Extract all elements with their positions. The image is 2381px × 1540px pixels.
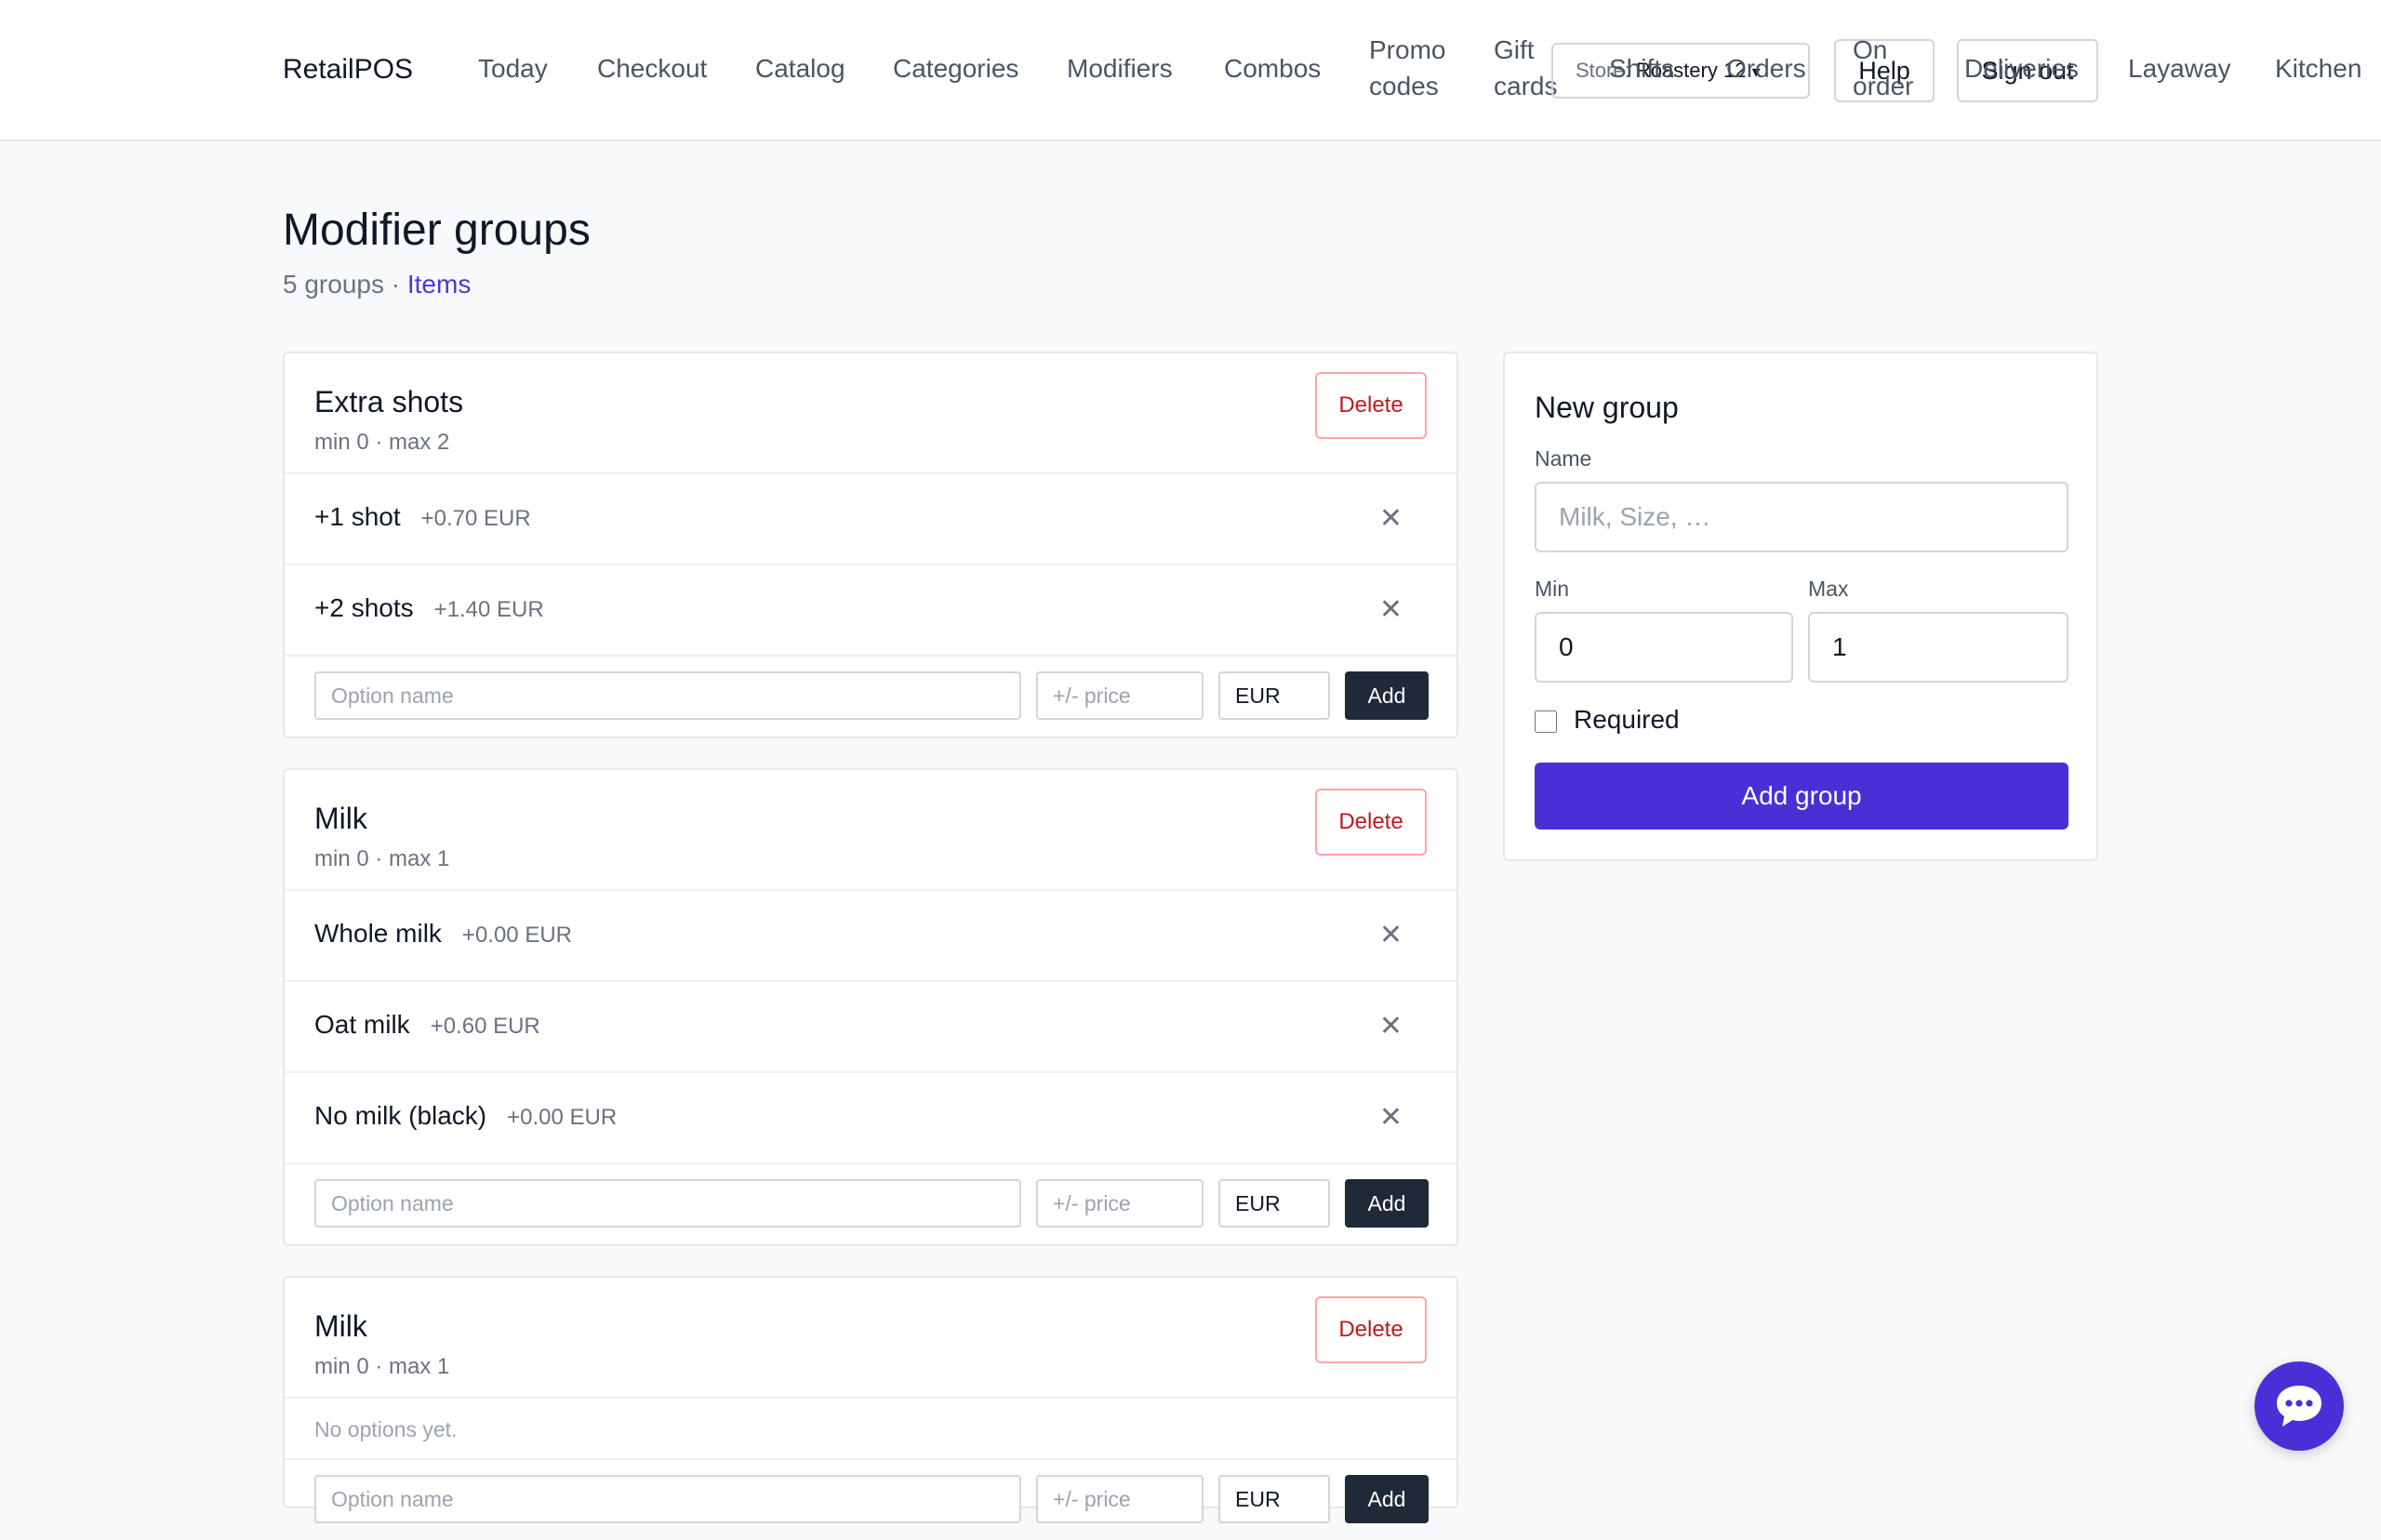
empty-message: No options yet. <box>314 1417 458 1441</box>
nav-on-order[interactable]: On order <box>1853 32 1918 104</box>
option-name-input[interactable] <box>314 1179 1021 1228</box>
group-limits: min 0 · max 1 <box>314 846 450 871</box>
delete-group-button[interactable]: Delete <box>1315 789 1427 856</box>
add-option-form: Add <box>285 1164 1457 1244</box>
option-name-input[interactable] <box>314 1475 1021 1523</box>
option-price: +0.00 EUR <box>507 1105 618 1130</box>
option-name: +2 shots <box>314 593 414 622</box>
option-price: +1.40 EUR <box>433 597 544 622</box>
option-name-input[interactable] <box>314 671 1021 720</box>
close-icon[interactable]: ✕ <box>1379 593 1403 626</box>
new-group-title: New group <box>1535 391 1679 424</box>
add-option-form: Add <box>285 657 1457 737</box>
max-input[interactable] <box>1808 612 2068 683</box>
option-row: +2 shots +1.40 EUR ✕ <box>285 565 1457 657</box>
modifier-group-card: Milk min 0 · max 1 Delete No options yet… <box>283 1276 1458 1523</box>
top-bar: RetailPOS Today Checkout Catalog Categor… <box>0 0 2381 141</box>
new-group-panel: New group Name Min Max Required Add grou… <box>1503 352 2098 861</box>
nav-combos[interactable]: Combos <box>1224 50 1321 86</box>
group-count: 5 groups <box>283 270 384 299</box>
close-icon[interactable]: ✕ <box>1379 502 1403 535</box>
separator: · <box>391 270 401 299</box>
add-option-button[interactable]: Add <box>1345 671 1429 720</box>
add-option-button[interactable]: Add <box>1345 1179 1429 1228</box>
nav-shifts[interactable]: Shifts <box>1609 50 1674 86</box>
nav-today[interactable]: Today <box>478 50 548 86</box>
max-label: Max <box>1808 577 1849 601</box>
nav-categories[interactable]: Categories <box>893 50 1018 86</box>
modifier-group-card: Extra shots min 0 · max 2 Delete +1 shot… <box>283 352 1458 738</box>
required-label[interactable]: Required <box>1574 705 1680 735</box>
option-price: +0.60 EUR <box>430 1014 540 1039</box>
delete-group-button[interactable]: Delete <box>1315 372 1427 439</box>
option-row: +1 shot +0.70 EUR ✕ <box>285 474 1457 565</box>
page-title: Modifier groups <box>283 206 591 255</box>
chat-bubble-icon <box>2277 1386 2321 1427</box>
page-subtitle: 5 groups · Items <box>283 270 471 299</box>
option-row: Whole milk +0.00 EUR ✕ <box>285 891 1457 982</box>
close-icon[interactable]: ✕ <box>1379 1010 1403 1042</box>
group-header: Extra shots min 0 · max 2 Delete <box>285 353 1457 474</box>
group-name: Extra shots <box>314 385 464 418</box>
nav-orders[interactable]: Orders <box>1726 50 1806 86</box>
min-input[interactable] <box>1535 612 1793 683</box>
close-icon[interactable]: ✕ <box>1379 1101 1403 1134</box>
nav-checkout[interactable]: Checkout <box>597 50 707 86</box>
option-currency-input[interactable] <box>1218 671 1330 720</box>
add-option-button[interactable]: Add <box>1345 1475 1429 1523</box>
option-name: No milk (black) <box>314 1101 487 1130</box>
option-name: +1 shot <box>314 502 401 531</box>
add-option-form: Add <box>285 1460 1457 1540</box>
group-name-input[interactable] <box>1535 482 2068 552</box>
option-price-input[interactable] <box>1036 1475 1204 1523</box>
group-limits: min 0 · max 2 <box>314 430 450 455</box>
option-currency-input[interactable] <box>1218 1475 1330 1523</box>
group-name: Milk <box>314 802 367 835</box>
group-limits: min 0 · max 1 <box>314 1354 450 1379</box>
delete-group-button[interactable]: Delete <box>1315 1296 1427 1363</box>
chat-button[interactable] <box>2255 1361 2344 1451</box>
option-name: Oat milk <box>314 1010 410 1039</box>
option-price-input[interactable] <box>1036 1179 1204 1228</box>
nav-modifiers[interactable]: Modifiers <box>1067 50 1173 86</box>
option-price: +0.70 EUR <box>420 506 531 531</box>
nav-catalog[interactable]: Catalog <box>755 50 845 86</box>
items-link[interactable]: Items <box>407 270 471 299</box>
close-icon[interactable]: ✕ <box>1379 919 1403 951</box>
name-label: Name <box>1535 446 1592 471</box>
modifier-group-card: Milk min 0 · max 1 Delete Whole milk +0.0… <box>283 768 1458 1246</box>
group-header: Milk min 0 · max 1 Delete <box>285 770 1457 891</box>
min-label: Min <box>1535 577 1570 601</box>
option-row: Oat milk +0.60 EUR ✕ <box>285 982 1457 1073</box>
brand-logo[interactable]: RetailPOS <box>283 54 413 86</box>
group-name: Milk <box>314 1309 367 1343</box>
nav-kitchen[interactable]: Kitchen <box>2275 50 2361 86</box>
nav-promo-codes[interactable]: Promo codes <box>1369 32 1453 104</box>
option-price-input[interactable] <box>1036 671 1204 720</box>
empty-options: No options yet. <box>285 1399 1457 1460</box>
group-header: Milk min 0 · max 1 Delete <box>285 1278 1457 1399</box>
nav-deliveries[interactable]: Deliveries <box>1964 50 2079 86</box>
option-name: Whole milk <box>314 919 442 948</box>
option-price: +0.00 EUR <box>461 923 572 948</box>
add-group-button[interactable]: Add group <box>1535 763 2068 830</box>
option-currency-input[interactable] <box>1218 1179 1330 1228</box>
nav-layaway[interactable]: Layaway <box>2128 50 2231 86</box>
option-row: No milk (black) +0.00 EUR ✕ <box>285 1073 1457 1164</box>
required-checkbox[interactable] <box>1535 710 1557 733</box>
